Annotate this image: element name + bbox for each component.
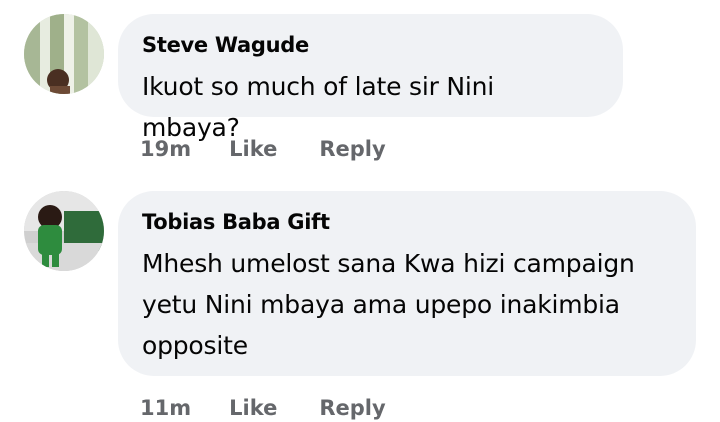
comment-actions: 19m Like Reply: [140, 137, 386, 161]
comment-bubble: Steve Wagude Ikuot so much of late sir N…: [118, 14, 623, 142]
comment-author[interactable]: Tobias Baba Gift: [142, 209, 672, 235]
comment-timestamp[interactable]: 11m: [140, 396, 191, 420]
avatar-image: [24, 14, 104, 94]
like-button[interactable]: Like: [229, 396, 277, 420]
comment-author[interactable]: Steve Wagude: [142, 32, 599, 58]
comment-text: Mhesh umelost sana Kwa hizi campaign yet…: [142, 249, 635, 360]
comment-timestamp[interactable]: 19m: [140, 137, 191, 161]
avatar[interactable]: [24, 191, 104, 271]
reply-button[interactable]: Reply: [319, 137, 385, 161]
avatar-image: [24, 191, 104, 271]
comment-item: Tobias Baba Gift Mhesh umelost sana Kwa …: [0, 180, 720, 422]
comment-text: Ikuot so much of late sir Nini mbaya?: [142, 72, 495, 142]
avatar[interactable]: [24, 14, 104, 94]
comment-bubble: Tobias Baba Gift Mhesh umelost sana Kwa …: [118, 191, 696, 376]
reply-button[interactable]: Reply: [319, 396, 385, 420]
comment-actions: 11m Like Reply: [140, 396, 386, 420]
comment-item: Steve Wagude Ikuot so much of late sir N…: [0, 0, 720, 180]
like-button[interactable]: Like: [229, 137, 277, 161]
